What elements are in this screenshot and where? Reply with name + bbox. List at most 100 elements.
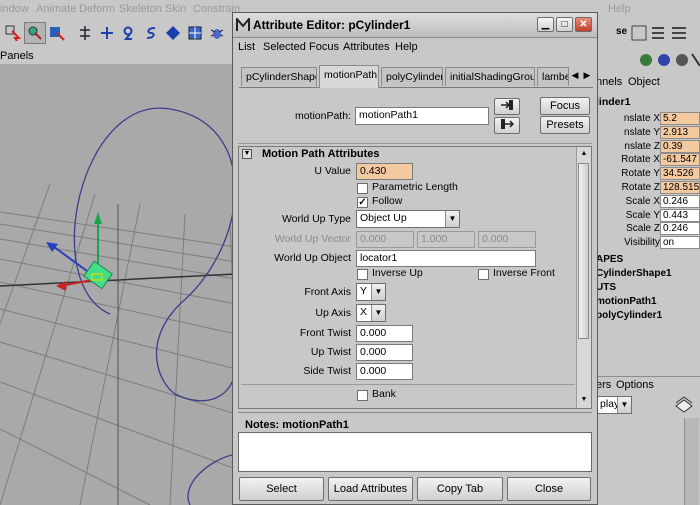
- notes-textarea[interactable]: [238, 432, 592, 472]
- channel-row[interactable]: Rotate X -61.547: [596, 153, 700, 167]
- presets-button[interactable]: Presets: [540, 116, 590, 134]
- scroll-up-button[interactable]: ▲: [578, 148, 590, 160]
- menu-list[interactable]: List: [238, 41, 255, 53]
- lasso-tool-button[interactable]: [24, 22, 46, 44]
- tab-scroll-left-button[interactable]: ◀: [570, 68, 580, 82]
- tab-scroll-right-button[interactable]: ▶: [582, 68, 592, 82]
- se-icon[interactable]: se: [616, 26, 627, 37]
- menu-animate[interactable]: Animate: [36, 3, 76, 15]
- channel-row[interactable]: nslate Z 0.39: [596, 139, 700, 154]
- maximize-button[interactable]: □: [556, 17, 573, 32]
- close-button[interactable]: Close: [507, 477, 591, 501]
- tab-pcylindershape1[interactable]: pCylinderShape1: [241, 67, 317, 86]
- front-axis-select[interactable]: Y ▼: [356, 283, 386, 301]
- world-up-object-field[interactable]: locator1: [356, 250, 536, 267]
- channel-value[interactable]: 0.443: [660, 208, 700, 222]
- rotate-tool-button[interactable]: [118, 22, 140, 44]
- channel-tab[interactable]: nnels: [596, 76, 622, 88]
- layers-scrollbar[interactable]: [684, 418, 699, 505]
- menu-attributes[interactable]: Attributes: [343, 41, 389, 53]
- channel-row[interactable]: Scale Y 0.443: [596, 208, 700, 223]
- panels-menu[interactable]: Panels: [0, 50, 34, 62]
- world-up-type-select[interactable]: Object Up ▼: [356, 210, 460, 228]
- input-item[interactable]: motionPath1: [596, 296, 657, 307]
- object-tab[interactable]: Object: [628, 76, 660, 88]
- follow-checkbox[interactable]: ✓: [357, 197, 368, 208]
- options-tab[interactable]: Options: [616, 379, 654, 391]
- channel-value[interactable]: 5.2: [660, 112, 700, 125]
- layout-icons[interactable]: [630, 24, 690, 42]
- u-value-field[interactable]: 0.430: [356, 163, 413, 180]
- menu-focus[interactable]: Focus: [309, 41, 339, 53]
- scale-tool-button[interactable]: [140, 22, 162, 44]
- tab-initialshadinggroup[interactable]: initialShadingGroup: [445, 67, 535, 86]
- menu-skin[interactable]: Skin: [165, 3, 186, 15]
- copy-tab-button[interactable]: Copy Tab: [417, 477, 503, 501]
- channel-value[interactable]: 0.39: [660, 139, 700, 153]
- notes-splitter[interactable]: [238, 412, 592, 413]
- perspective-viewport[interactable]: [0, 64, 236, 505]
- scroll-thumb[interactable]: [578, 163, 589, 339]
- channel-box-panel: se nnels Object linder1 nslate X 5.2 nslat…: [596, 18, 700, 505]
- select-tool-button[interactable]: [2, 22, 24, 44]
- shape-name[interactable]: CylinderShape1: [596, 268, 672, 279]
- input-item[interactable]: polyCylinder1: [596, 310, 662, 321]
- input-connection-button[interactable]: [494, 98, 520, 115]
- inverse-front-checkbox[interactable]: [478, 269, 489, 280]
- layers-tab[interactable]: ers: [596, 379, 611, 391]
- menu-selected[interactable]: Selected: [263, 41, 306, 53]
- output-connection-button[interactable]: [494, 117, 520, 134]
- menu-help[interactable]: Help: [608, 3, 631, 15]
- bank-checkbox[interactable]: [357, 390, 368, 401]
- translate-tool-button[interactable]: [96, 22, 118, 44]
- channel-row[interactable]: nslate X 5.2: [596, 112, 700, 126]
- inverse-up-checkbox[interactable]: [357, 269, 368, 280]
- channel-row[interactable]: Rotate Z 128.515: [596, 181, 700, 195]
- focus-button[interactable]: Focus: [540, 97, 590, 115]
- channel-row[interactable]: Scale X 0.246: [596, 194, 700, 209]
- select-button[interactable]: Select: [239, 477, 324, 501]
- tab-motionpath1[interactable]: motionPath1: [319, 65, 379, 88]
- channel-row[interactable]: Scale Z 0.246: [596, 222, 700, 236]
- channel-value[interactable]: on: [660, 236, 700, 250]
- bug-tool-button[interactable]: [206, 22, 228, 44]
- menu-help[interactable]: Help: [395, 41, 418, 53]
- node-name-field[interactable]: motionPath1: [355, 107, 489, 125]
- tab-lambert[interactable]: lamber: [537, 67, 569, 86]
- load-attributes-button[interactable]: Load Attributes: [328, 477, 413, 501]
- layer-display-combo[interactable]: play ▼: [596, 396, 632, 414]
- minimize-button[interactable]: ▁: [537, 17, 554, 32]
- up-axis-select[interactable]: X ▼: [356, 304, 386, 322]
- up-twist-field[interactable]: 0.000: [356, 344, 413, 361]
- ae-titlebar[interactable]: Attribute Editor: pCylinder1 ▁ □ ✕: [233, 13, 597, 38]
- channel-value[interactable]: 2.913: [660, 125, 700, 139]
- channel-value[interactable]: 128.515: [660, 181, 700, 194]
- layer-options-button[interactable]: [674, 396, 694, 414]
- channel-value[interactable]: -61.547: [660, 153, 700, 167]
- grid-tool-button[interactable]: [184, 22, 206, 44]
- move-tool-button[interactable]: [74, 22, 96, 44]
- menu-skeleton[interactable]: Skeleton: [119, 3, 162, 15]
- channel-row[interactable]: nslate Y 2.913: [596, 125, 700, 140]
- channel-row[interactable]: Visibility on: [596, 236, 700, 250]
- channel-value[interactable]: 0.246: [660, 194, 700, 208]
- parametric-length-checkbox[interactable]: [357, 183, 368, 194]
- close-window-button[interactable]: ✕: [575, 17, 592, 32]
- attributes-scrollbar[interactable]: ▲ ▼: [576, 147, 591, 408]
- section-collapse-toggle[interactable]: ▼: [242, 149, 252, 159]
- channel-value[interactable]: 34.526: [660, 167, 700, 181]
- sculpt-tool-button[interactable]: [162, 22, 184, 44]
- channel-value[interactable]: 0.246: [660, 222, 700, 236]
- ae-menubar: List Selected Focus Attributes Help: [233, 38, 597, 56]
- check-icon: ✓: [358, 197, 367, 208]
- channel-row[interactable]: Rotate Y 34.526: [596, 167, 700, 181]
- tab-polycylinder1[interactable]: polyCylinder1: [381, 67, 443, 86]
- paint-select-button[interactable]: [46, 22, 68, 44]
- attributes-scroll-panel[interactable]: ▼ Motion Path Attributes U Value 0.430 P…: [238, 146, 592, 409]
- scroll-down-button[interactable]: ▼: [578, 394, 590, 406]
- menu-deform[interactable]: Deform: [79, 3, 115, 15]
- side-twist-field[interactable]: 0.000: [356, 363, 413, 380]
- shading-icons[interactable]: [638, 51, 700, 69]
- menu-window[interactable]: indow: [0, 3, 29, 15]
- front-twist-field[interactable]: 0.000: [356, 325, 413, 342]
